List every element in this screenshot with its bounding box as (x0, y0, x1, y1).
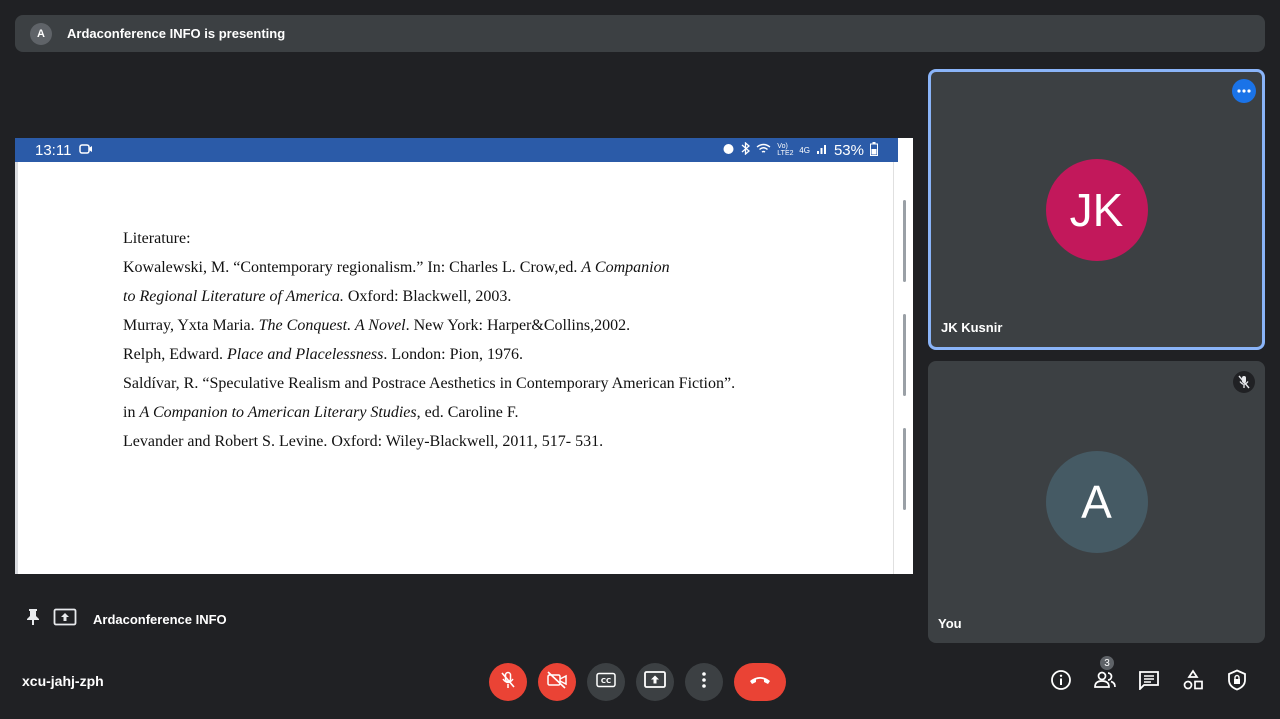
network-gen: 4G (799, 145, 810, 155)
participant-name: JK Kusnir (941, 320, 1003, 335)
wifi-icon (756, 143, 771, 158)
presenter-row: Ardaconference INFO (25, 608, 227, 631)
more-vert-icon (702, 671, 706, 693)
chat-button[interactable] (1135, 668, 1163, 696)
status-time: 13:11 (35, 141, 72, 159)
present-icon (644, 671, 666, 693)
pin-icon[interactable] (25, 608, 41, 631)
reference-text: Levander and Robert S. Levine. Oxford: W… (123, 433, 604, 450)
presenting-text: Ardaconference INFO is presenting (67, 26, 286, 41)
reference-text: Murray, Yxta Maria. (123, 317, 259, 334)
scroll-segment (903, 314, 906, 396)
meeting-code: xcu-jahj-zph (22, 673, 104, 689)
reference-text: Saldívar, R. “Speculative Realism and Po… (123, 375, 736, 392)
people-count-badge: 3 (1098, 654, 1116, 672)
shared-screen: 13:11 Vo) LTE2 4G 53% Literature: Kowalew… (15, 138, 913, 574)
activities-icon (1182, 668, 1204, 696)
people-button[interactable]: 3 (1091, 654, 1119, 696)
participant-avatar: A (1045, 451, 1148, 553)
reference-list: Literature: Kowalewski, M. “Contemporary … (123, 224, 735, 456)
scroll-segment (903, 200, 906, 282)
scroll-segment (903, 428, 906, 510)
chat-icon (1138, 670, 1160, 695)
reference-line: Literature: (123, 224, 735, 253)
mic-toggle-button[interactable] (489, 663, 527, 701)
participant-tile-you[interactable]: A You (928, 361, 1265, 643)
reference-text: Relph, Edward. (123, 346, 227, 363)
battery-icon (870, 141, 878, 159)
document-page: Literature: Kowalewski, M. “Contemporary … (15, 162, 893, 574)
reference-line: Relph, Edward. Place and Placelessness. … (123, 340, 735, 369)
call-controls: CC (489, 663, 786, 701)
captions-icon: CC (596, 672, 616, 693)
screen-record-icon (79, 142, 93, 159)
reference-line: to Regional Literature of America. Oxfor… (123, 282, 735, 311)
captions-button[interactable]: CC (587, 663, 625, 701)
phone-status-bar: 13:11 Vo) LTE2 4G 53% (15, 138, 898, 162)
reference-text: in (123, 404, 140, 421)
bluetooth-icon (741, 141, 751, 158)
host-controls-button[interactable] (1223, 668, 1251, 696)
signal-icon (816, 143, 828, 158)
hangup-icon (748, 673, 772, 691)
meeting-details-button[interactable] (1047, 668, 1075, 696)
participant-tile-jk[interactable]: JK JK Kusnir (928, 69, 1265, 350)
reference-line: Kowalewski, M. “Contemporary regionalism… (123, 253, 735, 282)
leave-call-button[interactable] (734, 663, 786, 701)
reference-text: , ed. Caroline F. (416, 404, 519, 421)
activities-button[interactable] (1179, 668, 1207, 696)
people-icon (1093, 671, 1117, 694)
reference-line: Saldívar, R. “Speculative Realism and Po… (123, 369, 735, 398)
reference-line: in A Companion to American Literary Stud… (123, 398, 735, 427)
reference-text: Kowalewski, M. “Contemporary regionalism… (123, 259, 582, 276)
alarm-icon (722, 142, 735, 158)
reference-text: Place and Placelessness (226, 346, 384, 363)
reference-text: A Companion (581, 259, 670, 276)
reference-text: A Companion to American Literary Studies (139, 404, 417, 421)
reference-text: The Conquest. A Novel (258, 317, 406, 334)
camera-toggle-button[interactable] (538, 663, 576, 701)
participant-name: You (938, 616, 962, 631)
reference-text: . London: Pion, 1976. (383, 346, 523, 363)
mic-off-icon (500, 671, 516, 694)
presenting-banner: A Ardaconference INFO is presenting (15, 15, 1265, 52)
reference-text: to Regional Literature of America. (123, 288, 344, 305)
reference-line: Levander and Robert S. Levine. Oxford: W… (123, 427, 735, 456)
presenter-name: Ardaconference INFO (93, 612, 227, 627)
mic-off-icon (1233, 371, 1255, 393)
network-label: Vo) LTE2 (777, 143, 794, 157)
reference-text: Literature: (123, 230, 191, 247)
present-screen-icon (53, 608, 77, 631)
doc-scroll-track[interactable] (893, 162, 913, 574)
reference-text: Oxford: Blackwell, 2003. (343, 288, 512, 305)
side-controls: 3 (1047, 654, 1251, 696)
captions-label: CC (601, 677, 611, 685)
info-icon (1050, 669, 1072, 696)
shield-lock-icon (1227, 669, 1247, 696)
participant-avatar: JK (1045, 158, 1148, 261)
presenter-avatar: A (30, 22, 52, 45)
reference-line: Murray, Yxta Maria. The Conquest. A Nove… (123, 311, 735, 340)
battery-percent: 53% (833, 141, 864, 159)
reference-text: . New York: Harper&Collins,2002. (405, 317, 631, 334)
present-now-button[interactable] (636, 663, 674, 701)
more-options-button[interactable] (685, 663, 723, 701)
more-options-icon[interactable] (1232, 79, 1256, 103)
camera-off-icon (546, 670, 568, 694)
